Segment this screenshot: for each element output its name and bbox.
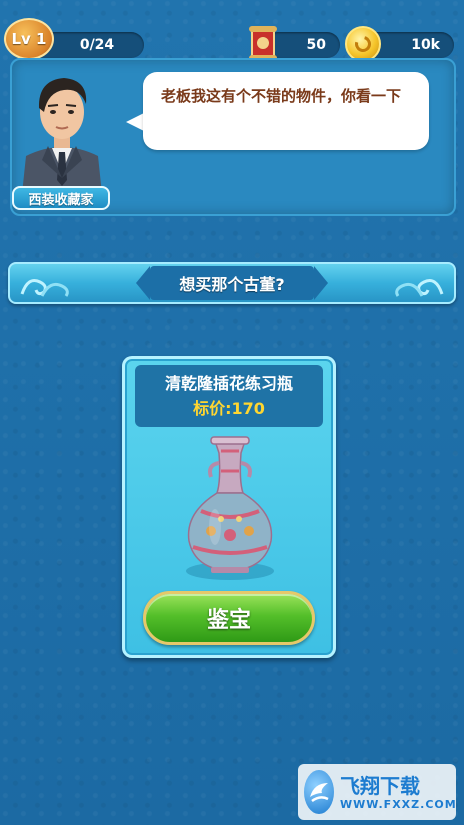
coin-count: 10k [411, 37, 440, 53]
coin-icon [345, 26, 381, 62]
appraise-button-label: 鉴宝 [206, 608, 251, 633]
character-name-tag: 西装收藏家 [12, 186, 110, 210]
character-name: 西装收藏家 [28, 192, 94, 208]
speech-text: 老板我这有个不错的物件，你看一下 [161, 87, 402, 105]
question-title: 想买那个古董? [150, 266, 314, 300]
banner-arrow-right [314, 266, 328, 300]
watermark-url: WWW.FXXZ.COM [340, 797, 457, 811]
wave-ornament-left-icon [20, 279, 69, 297]
appraise-button[interactable]: 鉴宝 [143, 591, 315, 645]
watermark-logo-icon [304, 770, 334, 814]
scroll-count: 50 [306, 37, 326, 53]
question-text: 想买那个古董? [179, 275, 285, 294]
site-watermark: 飞翔下载 WWW.FXXZ.COM [298, 764, 456, 820]
banner-arrow-left [136, 266, 150, 300]
antique-price: 标价:170 [193, 399, 265, 418]
level-label: Lv 1 [11, 30, 47, 48]
level-progress-text: 0/24 [79, 37, 115, 53]
antique-card-header: 清乾隆插花练习瓶 标价:170 [135, 365, 323, 427]
collector-avatar [22, 78, 102, 194]
watermark-brand: 飞翔下载 [340, 773, 420, 798]
speech-bubble: 老板我这有个不错的物件，你看一下 [143, 72, 429, 150]
antique-card: 清乾隆插花练习瓶 标价:170 鉴宝 [122, 356, 336, 658]
wave-ornament-right-icon [395, 279, 444, 297]
vase-image[interactable] [171, 431, 289, 583]
antique-name: 清乾隆插花练习瓶 [164, 374, 293, 393]
